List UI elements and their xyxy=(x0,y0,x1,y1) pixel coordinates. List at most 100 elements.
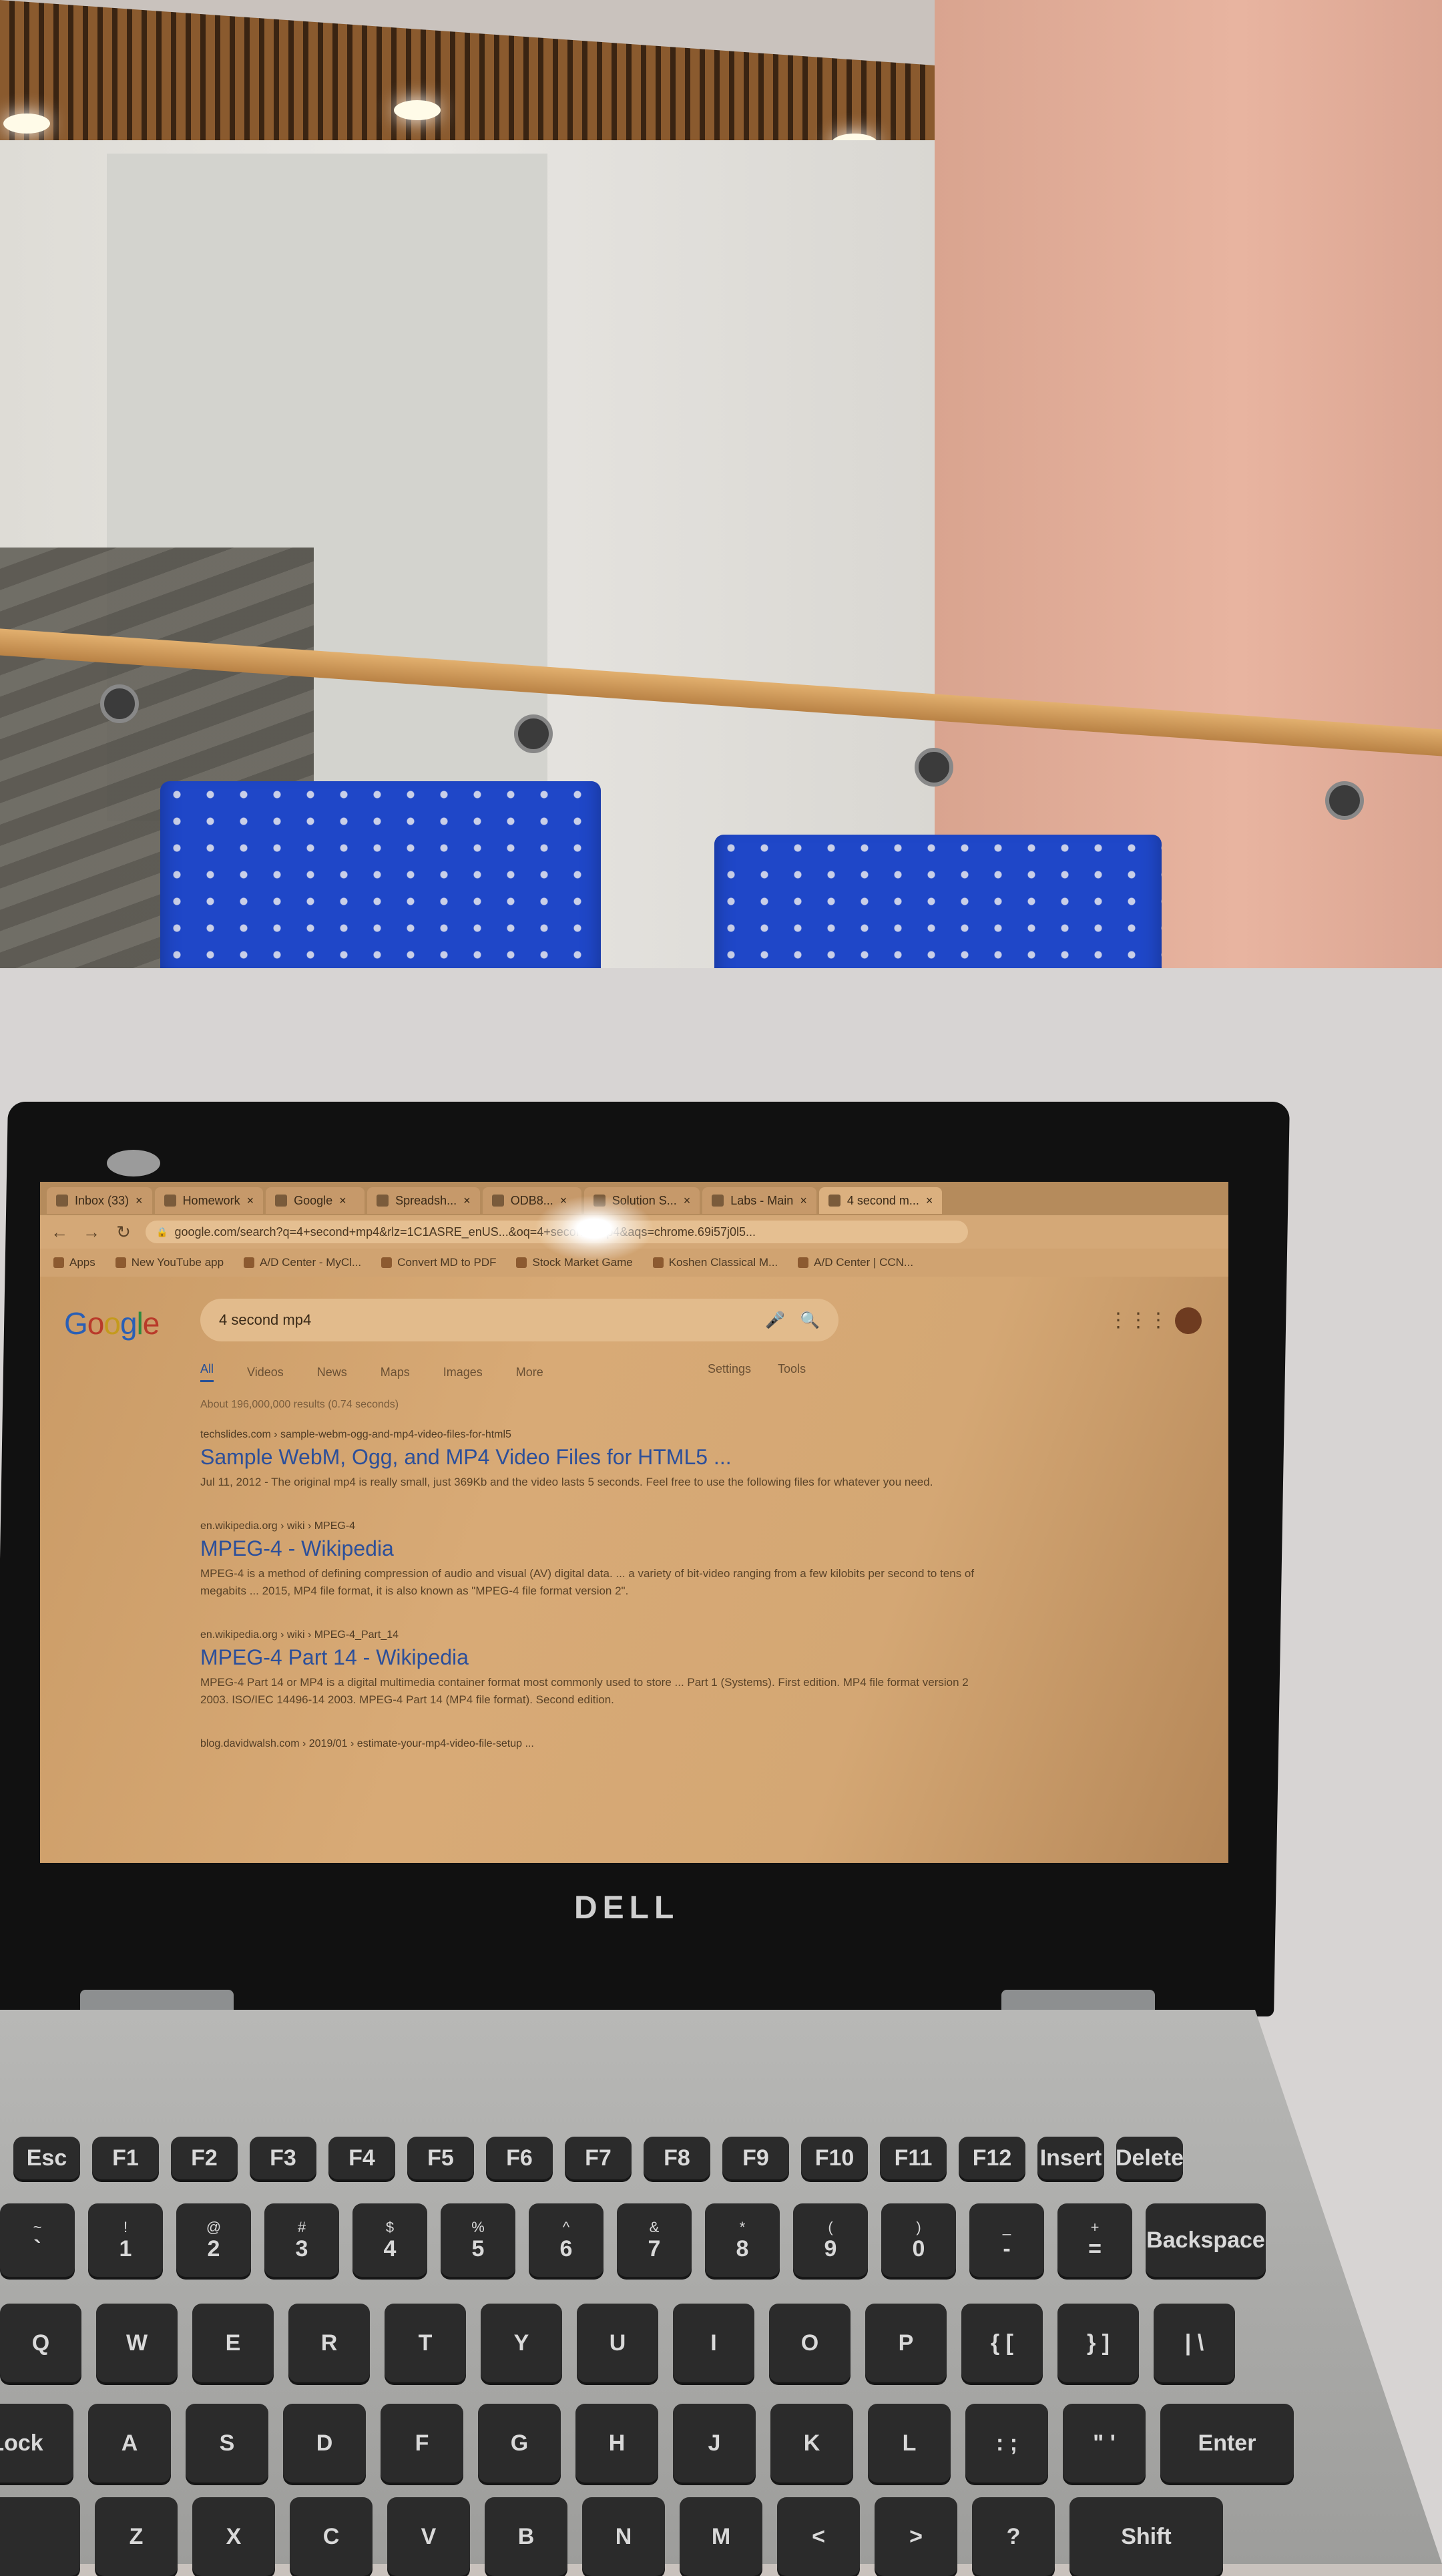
key[interactable]: ~ ` xyxy=(0,2203,75,2277)
key[interactable]: X xyxy=(192,2497,275,2576)
key[interactable]: < xyxy=(777,2497,860,2576)
result-url[interactable]: techslides.com › sample-webm-ogg-and-mp4… xyxy=(200,1429,988,1441)
key[interactable]: Delete xyxy=(1116,2137,1184,2179)
search-icon[interactable]: 🔍 xyxy=(800,1311,820,1330)
bookmark-item[interactable]: A/D Center | CCN... xyxy=(798,1256,913,1269)
google-logo[interactable]: Google xyxy=(64,1305,160,1341)
forward-icon[interactable]: → xyxy=(81,1222,101,1243)
close-icon[interactable]: × xyxy=(800,1194,807,1208)
key[interactable]: { [ xyxy=(961,2304,1043,2382)
key[interactable]: + = xyxy=(1057,2203,1132,2277)
key[interactable]: F4 xyxy=(328,2137,395,2179)
key[interactable]: U xyxy=(577,2304,658,2382)
key[interactable]: Y xyxy=(481,2304,562,2382)
search-tab[interactable]: News xyxy=(317,1362,347,1382)
browser-tab[interactable]: Labs - Main × xyxy=(702,1187,816,1214)
bookmark-item[interactable]: A/D Center - MyCl... xyxy=(244,1256,361,1269)
key[interactable]: B xyxy=(485,2497,567,2576)
key[interactable]: ) 0 xyxy=(881,2203,956,2277)
key[interactable]: L xyxy=(868,2404,951,2483)
key[interactable]: Insert xyxy=(1037,2137,1104,2179)
key[interactable]: > xyxy=(875,2497,957,2576)
search-tab[interactable]: Videos xyxy=(247,1362,284,1382)
key[interactable]: G xyxy=(478,2404,561,2483)
key[interactable]: H xyxy=(575,2404,658,2483)
key[interactable]: F7 xyxy=(565,2137,632,2179)
key[interactable]: F xyxy=(381,2404,463,2483)
key[interactable]: A xyxy=(88,2404,171,2483)
key[interactable]: D xyxy=(283,2404,366,2483)
key[interactable]: F9 xyxy=(722,2137,789,2179)
key[interactable]: (9 xyxy=(793,2203,868,2277)
reload-icon[interactable]: ↻ xyxy=(113,1222,134,1243)
key[interactable]: N xyxy=(582,2497,665,2576)
key[interactable]: Lock xyxy=(0,2404,73,2483)
key[interactable]: #3 xyxy=(264,2203,339,2277)
close-icon[interactable]: × xyxy=(247,1194,254,1208)
bookmark-item[interactable]: Convert MD to PDF xyxy=(381,1256,496,1269)
close-icon[interactable]: × xyxy=(339,1194,346,1208)
key[interactable]: ? xyxy=(972,2497,1055,2576)
key[interactable]: Backspace xyxy=(1146,2203,1266,2277)
key[interactable]: C xyxy=(290,2497,373,2576)
key[interactable]: W xyxy=(96,2304,178,2382)
search-tab[interactable]: All xyxy=(200,1362,214,1382)
key[interactable]: F1 xyxy=(92,2137,159,2179)
key[interactable]: K xyxy=(770,2404,853,2483)
key[interactable]: F11 xyxy=(880,2137,947,2179)
key[interactable]: T xyxy=(385,2304,466,2382)
key[interactable]: Enter xyxy=(1160,2404,1294,2483)
mic-icon[interactable]: 🎤 xyxy=(765,1311,785,1330)
key[interactable]: M xyxy=(680,2497,762,2576)
browser-tab[interactable]: Spreadsh... × xyxy=(367,1187,480,1214)
key[interactable]: ^ 6 xyxy=(529,2203,604,2277)
key[interactable]: % 5 xyxy=(441,2203,515,2277)
key[interactable]: S xyxy=(186,2404,268,2483)
key[interactable]: F5 xyxy=(407,2137,474,2179)
key[interactable]: Esc xyxy=(13,2137,80,2179)
key[interactable]: F3 xyxy=(250,2137,316,2179)
bookmark-item[interactable]: Apps xyxy=(53,1256,95,1269)
key[interactable]: : ; xyxy=(965,2404,1048,2483)
key[interactable]: V xyxy=(387,2497,470,2576)
key[interactable]: " ' xyxy=(1063,2404,1146,2483)
key[interactable]: F8 xyxy=(644,2137,710,2179)
search-tab[interactable]: Maps xyxy=(381,1362,410,1382)
key[interactable]: @2 xyxy=(176,2203,251,2277)
key[interactable]: Q xyxy=(0,2304,81,2382)
key[interactable]: F6 xyxy=(486,2137,553,2179)
browser-tab[interactable]: Homework × xyxy=(154,1187,264,1214)
key[interactable]: R xyxy=(288,2304,370,2382)
key[interactable]: F2 xyxy=(171,2137,238,2179)
close-icon[interactable]: × xyxy=(463,1194,471,1208)
bookmark-item[interactable]: New YouTube app xyxy=(115,1256,224,1269)
key[interactable]: & 7 xyxy=(617,2203,692,2277)
key[interactable]: O xyxy=(769,2304,851,2382)
result-url[interactable]: blog.davidwalsh.com › 2019/01 › estimate… xyxy=(200,1738,988,1750)
key[interactable]: P xyxy=(865,2304,947,2382)
close-icon[interactable]: × xyxy=(684,1194,691,1208)
search-tab[interactable]: Images xyxy=(443,1362,483,1382)
result-title-link[interactable]: MPEG-4 Part 14 - Wikipedia xyxy=(200,1645,988,1670)
key[interactable]: ! 1 xyxy=(88,2203,163,2277)
browser-tab[interactable]: Google × xyxy=(266,1187,365,1214)
key[interactable]: $4 xyxy=(352,2203,427,2277)
result-url[interactable]: en.wikipedia.org › wiki › MPEG-4_Part_14 xyxy=(200,1629,988,1641)
key[interactable]: | \ xyxy=(1154,2304,1235,2382)
key[interactable]: Shift xyxy=(1069,2497,1223,2576)
key[interactable]: _ - xyxy=(969,2203,1044,2277)
key[interactable] xyxy=(0,2497,80,2576)
key[interactable]: F10 xyxy=(801,2137,868,2179)
key[interactable]: J xyxy=(673,2404,756,2483)
key[interactable]: F12 xyxy=(959,2137,1025,2179)
browser-tab[interactable]: Inbox (33) × xyxy=(47,1187,152,1214)
key[interactable]: I xyxy=(673,2304,754,2382)
key[interactable]: * 8 xyxy=(705,2203,780,2277)
result-title-link[interactable]: Sample WebM, Ogg, and MP4 Video Files fo… xyxy=(200,1445,988,1470)
settings-link[interactable]: Settings xyxy=(708,1362,751,1376)
search-input[interactable]: 4 second mp4 🎤 🔍 xyxy=(200,1299,838,1341)
search-tab[interactable]: More xyxy=(516,1362,543,1382)
close-icon[interactable]: × xyxy=(136,1194,143,1208)
key[interactable]: Z xyxy=(95,2497,178,2576)
key[interactable]: } ] xyxy=(1057,2304,1139,2382)
